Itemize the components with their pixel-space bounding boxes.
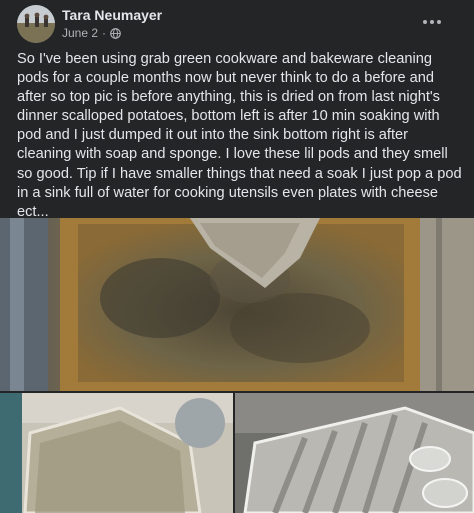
author-name[interactable]: Tara Neumayer [62,7,162,23]
globe-icon[interactable] [110,27,121,39]
author-avatar[interactable] [17,5,55,43]
photo-after-clean[interactable] [235,393,474,513]
post-text: So I've been using grab green cookware a… [17,51,462,220]
meta-separator: · [102,26,107,40]
photo-before-pan[interactable] [0,218,474,391]
post-meta: June 2 · [62,26,121,40]
post-date[interactable]: June 2 [62,26,98,40]
post-photo-grid [0,218,474,513]
more-options-icon[interactable] [420,12,444,32]
post-header: Tara Neumayer June 2 · [0,0,474,50]
photo-after-soak[interactable] [0,393,233,513]
facebook-post: Tara Neumayer June 2 · So I've been usin… [0,0,474,513]
